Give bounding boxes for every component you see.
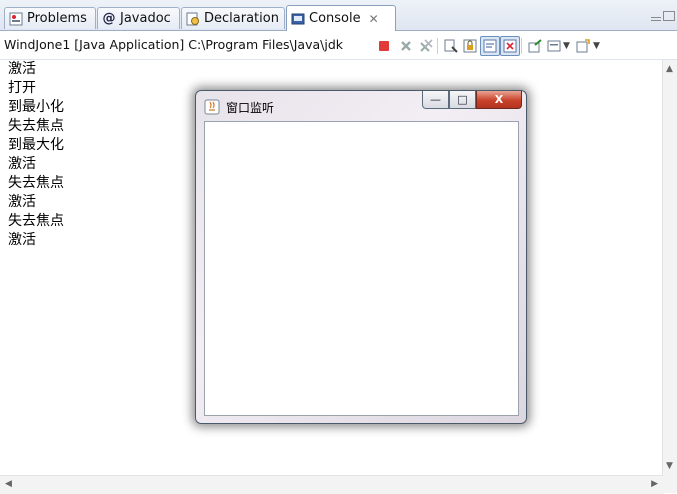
scroll-down-icon[interactable]: ▼: [666, 461, 673, 471]
tab-label: Console: [309, 11, 361, 26]
clear-console-icon[interactable]: [443, 38, 458, 53]
close-button[interactable]: X: [476, 91, 522, 109]
view-tab-bar: Problems @ Javadoc Declaration Console ✕: [0, 0, 677, 31]
console-line: 激活: [8, 156, 36, 172]
tab-label: Declaration: [204, 11, 279, 26]
console-toolbar: WindJone1 [Java Application] C:\Program …: [0, 31, 677, 60]
view-controls: [649, 6, 677, 21]
terminate-icon[interactable]: [376, 38, 391, 53]
pin-console-icon[interactable]: [527, 38, 542, 53]
declaration-icon: [186, 12, 200, 26]
chevron-down-icon[interactable]: ▼: [593, 41, 600, 51]
display-console-icon[interactable]: [546, 38, 561, 53]
console-line: 失去焦点: [8, 118, 64, 134]
console-line: 激活: [8, 61, 36, 77]
scroll-lock-icon[interactable]: [462, 38, 477, 53]
tab-label: Problems: [27, 11, 87, 26]
problems-icon: [9, 12, 23, 26]
console-line: 激活: [8, 194, 36, 210]
scroll-right-icon[interactable]: ▶: [651, 479, 658, 489]
remove-all-icon[interactable]: [418, 38, 433, 53]
tab-declaration[interactable]: Declaration: [181, 7, 285, 29]
console-line: 失去焦点: [8, 175, 64, 191]
tab-problems[interactable]: Problems: [4, 7, 96, 29]
process-name: WindJone1 [Java Application] C:\Program …: [4, 37, 344, 52]
console-line: 到最大化: [8, 137, 64, 153]
horizontal-scrollbar[interactable]: ◀ ▶: [0, 475, 664, 494]
tab-console[interactable]: Console ✕: [286, 5, 396, 31]
console-line: 到最小化: [8, 99, 64, 115]
scroll-corner: [663, 475, 677, 493]
maximize-button[interactable]: □: [449, 91, 476, 109]
open-console-icon[interactable]: [575, 38, 590, 53]
maximize-view-icon[interactable]: [663, 11, 675, 21]
console-line: 打开: [8, 80, 36, 96]
java-app-icon: [204, 99, 220, 115]
scroll-up-icon[interactable]: ▲: [666, 64, 673, 74]
console-icon: [291, 12, 305, 26]
tab-label: Javadoc: [120, 11, 171, 26]
tab-javadoc[interactable]: @ Javadoc: [97, 7, 180, 29]
chevron-down-icon[interactable]: ▼: [563, 41, 570, 51]
vertical-scrollbar[interactable]: ▲ ▼: [662, 60, 677, 475]
word-wrap-icon[interactable]: [480, 36, 500, 56]
minimize-view-icon[interactable]: [651, 17, 661, 21]
window-titlebar[interactable]: 窗口监听: [204, 97, 274, 117]
at-icon: @: [102, 11, 116, 26]
window-content: [204, 121, 519, 416]
scroll-left-icon[interactable]: ◀: [5, 479, 12, 489]
console-line: 失去焦点: [8, 213, 64, 229]
window-controls: — □ X: [422, 91, 522, 111]
show-on-output-icon[interactable]: [500, 36, 520, 56]
minimize-button[interactable]: —: [422, 91, 449, 109]
console-line: 激活: [8, 232, 36, 248]
close-icon[interactable]: ✕: [369, 12, 379, 26]
remove-launch-icon[interactable]: [398, 38, 413, 53]
window-title: 窗口监听: [226, 100, 275, 115]
listener-window[interactable]: 窗口监听 — □ X: [195, 90, 527, 424]
